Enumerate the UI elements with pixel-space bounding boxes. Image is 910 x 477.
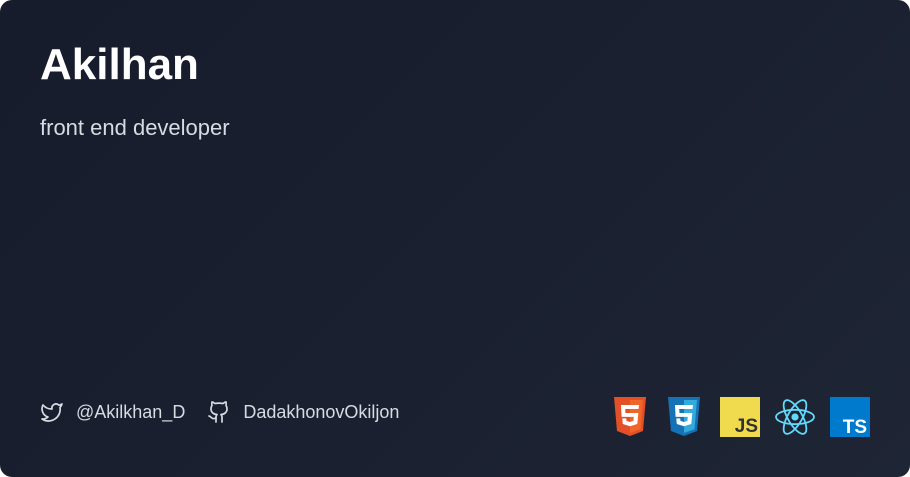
profile-card: Akilhan front end developer @Akilkhan_D … bbox=[0, 0, 910, 477]
github-icon bbox=[207, 400, 231, 424]
css3-icon bbox=[666, 397, 702, 437]
javascript-label: JS bbox=[735, 416, 758, 437]
react-icon bbox=[774, 397, 816, 437]
github-username: DadakhonovOkiljon bbox=[243, 402, 400, 422]
profile-role: front end developer bbox=[40, 115, 230, 140]
html5-icon bbox=[612, 397, 648, 437]
social-links: @Akilkhan_D DadakhonovOkiljon bbox=[40, 397, 421, 427]
twitter-link[interactable]: @Akilkhan_D bbox=[40, 400, 185, 424]
javascript-icon: JS bbox=[720, 397, 760, 437]
typescript-icon: TS bbox=[830, 397, 870, 437]
twitter-icon bbox=[40, 400, 64, 424]
github-link[interactable]: DadakhonovOkiljon bbox=[207, 400, 399, 424]
profile-name: Akilhan bbox=[40, 40, 199, 89]
twitter-handle: @Akilkhan_D bbox=[76, 402, 186, 422]
typescript-label: TS bbox=[843, 417, 867, 437]
